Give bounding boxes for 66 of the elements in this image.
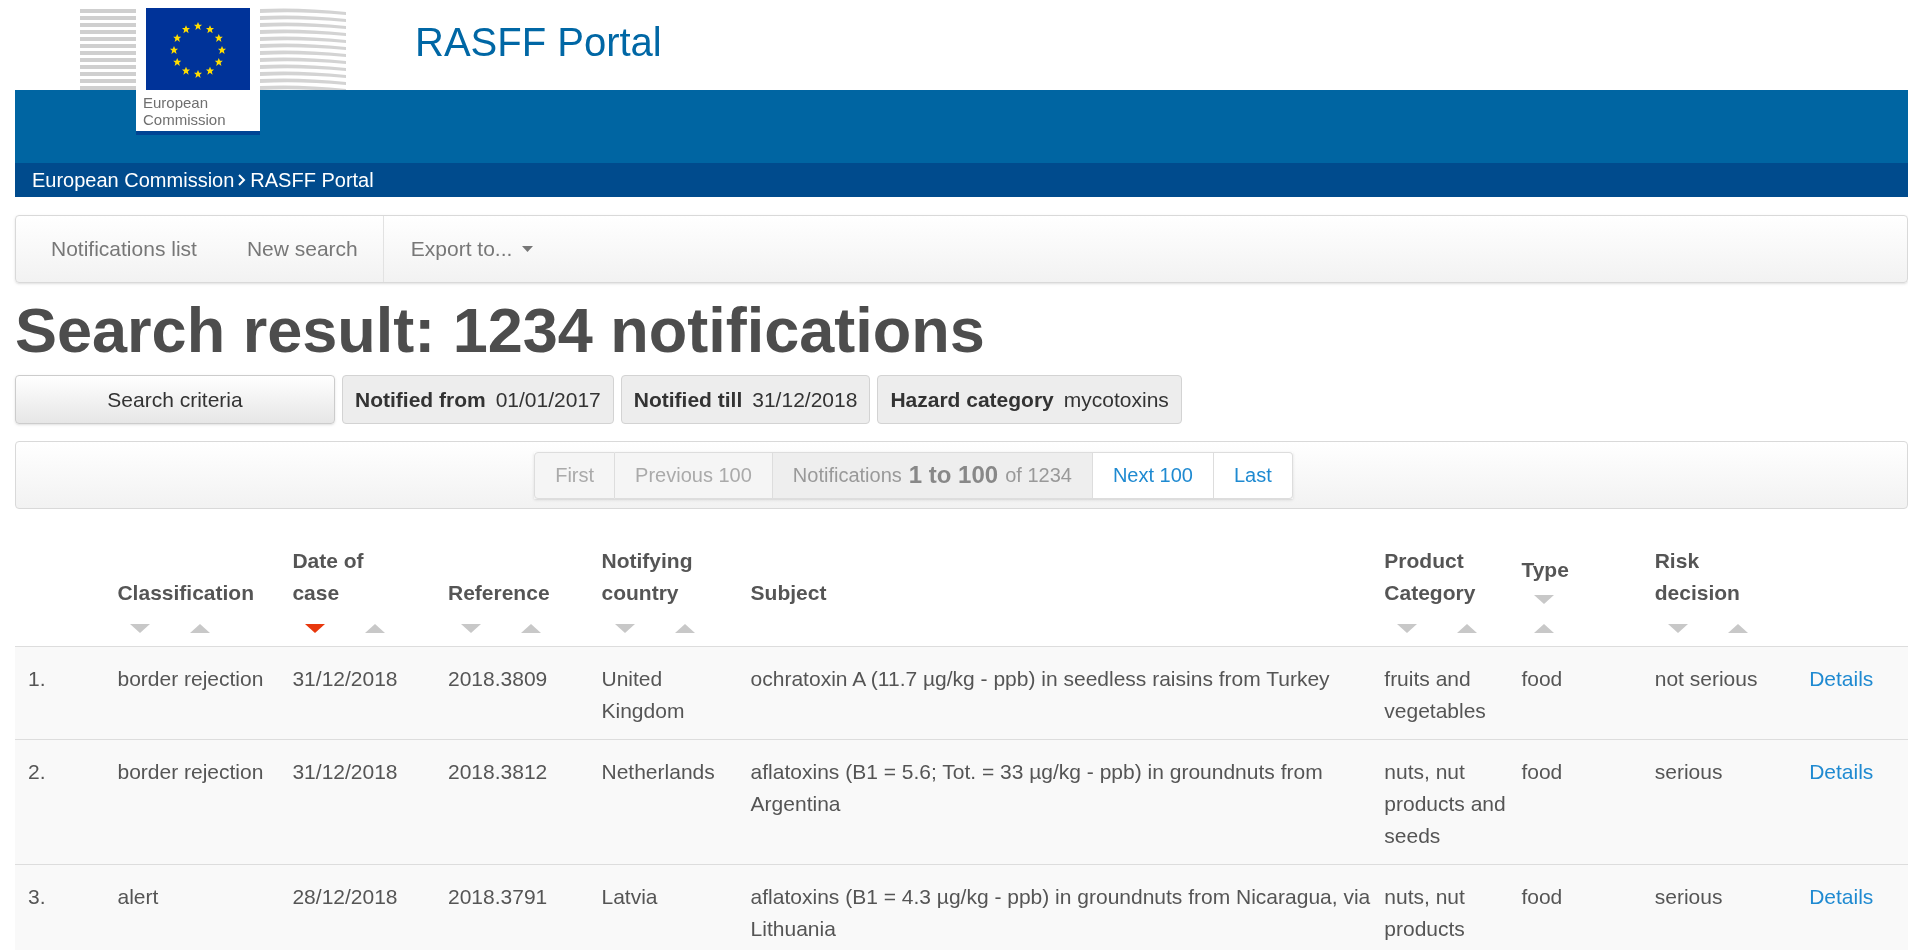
caret-down-icon bbox=[522, 246, 534, 252]
table-cell: 2018.3791 bbox=[448, 885, 548, 908]
logo-caption: European Commission bbox=[136, 90, 260, 135]
table-cell: aflatoxins (B1 = 4.3 µg/kg - ppb) in groundnuts from Nicaragua, via Lithuania bbox=[750, 885, 1371, 940]
table-cell: United Kingdom bbox=[601, 667, 685, 722]
filter-value: 01/01/2017 bbox=[495, 386, 601, 413]
row-number: 2. bbox=[28, 760, 46, 783]
export-dropdown[interactable]: Export to... bbox=[383, 216, 561, 282]
table-cell: food bbox=[1521, 667, 1563, 690]
table-cell: border rejection bbox=[117, 667, 264, 690]
table-cell: nuts, nut products bbox=[1384, 885, 1465, 940]
site-title: RASFF Portal bbox=[415, 19, 662, 66]
details-link[interactable]: Details bbox=[1809, 885, 1874, 908]
sort-ascending-icon[interactable] bbox=[520, 623, 542, 634]
table-cell: 2018.3812 bbox=[448, 760, 548, 783]
row-number: 1. bbox=[28, 667, 46, 690]
pagination-status: Notifications 1 to 100 of 1234 bbox=[772, 451, 1093, 499]
table-cell: serious bbox=[1654, 760, 1723, 783]
filter-name: Notified from bbox=[355, 386, 486, 413]
sort-ascending-icon[interactable] bbox=[1456, 623, 1479, 634]
sort-ascending-icon[interactable] bbox=[189, 623, 212, 634]
table-cell: 28/12/2018 bbox=[292, 885, 398, 908]
breadcrumb-link[interactable]: RASFF Portal bbox=[250, 165, 374, 195]
column-header: Date of case bbox=[292, 548, 365, 606]
column-header: Product Category bbox=[1384, 548, 1477, 606]
table-cell: fruits and vegetables bbox=[1384, 667, 1486, 722]
filter-name: Notified till bbox=[633, 386, 743, 413]
table-cell: food bbox=[1521, 885, 1563, 908]
details-link[interactable]: Details bbox=[1809, 667, 1874, 690]
table-cell: aflatoxins (B1 = 5.6; Tot. = 33 µg/kg - ppb) in groundnuts from Argentina bbox=[750, 760, 1323, 815]
details-link[interactable]: Details bbox=[1809, 760, 1874, 783]
table-cell: serious bbox=[1654, 885, 1723, 908]
filter-value: 31/12/2018 bbox=[752, 386, 858, 413]
row-number: 3. bbox=[28, 885, 46, 908]
table-cell: food bbox=[1521, 760, 1563, 783]
sort-ascending-icon[interactable] bbox=[673, 623, 696, 634]
sort-ascending-icon[interactable] bbox=[1533, 623, 1556, 634]
table-cell: 31/12/2018 bbox=[292, 667, 398, 690]
pagination-link[interactable]: Last bbox=[1213, 451, 1293, 499]
page-heading: Search result: 1234 notifications bbox=[15, 295, 986, 365]
table-cell: border rejection bbox=[117, 760, 264, 783]
table-cell: nuts, nut products and seeds bbox=[1384, 760, 1506, 847]
column-header: Subject bbox=[750, 580, 828, 606]
column-header: Notifying country bbox=[601, 548, 694, 606]
table-cell: ochratoxin A (11.7 µg/kg - ppb) in seedless raisins from Turkey bbox=[750, 667, 1330, 690]
table-cell: not serious bbox=[1654, 667, 1758, 690]
sort-ascending-icon[interactable] bbox=[1726, 623, 1749, 634]
column-header: Risk decision bbox=[1654, 548, 1741, 606]
nav-link[interactable]: Notifications list bbox=[16, 216, 222, 282]
sort-descending-icon[interactable] bbox=[304, 623, 327, 634]
nav-link[interactable]: New search bbox=[221, 216, 383, 282]
search-criteria-button[interactable]: Search criteria bbox=[15, 375, 335, 424]
filter-value: mycotoxins bbox=[1063, 386, 1169, 413]
chevron-right-icon bbox=[238, 174, 247, 186]
breadcrumb-link[interactable]: European Commission bbox=[32, 165, 235, 195]
table-cell: alert bbox=[117, 885, 159, 908]
column-header: Reference bbox=[448, 580, 551, 606]
table-cell: 2018.3809 bbox=[448, 667, 548, 690]
column-header: Type bbox=[1521, 557, 1570, 583]
column-header: Classification bbox=[117, 580, 255, 606]
table-cell: Netherlands bbox=[601, 760, 715, 783]
pagination-link[interactable]: Next 100 bbox=[1092, 451, 1214, 499]
filter-name: Hazard category bbox=[890, 386, 1054, 413]
table-cell: Latvia bbox=[601, 885, 658, 908]
sort-ascending-icon[interactable] bbox=[364, 623, 387, 634]
table-cell: 31/12/2018 bbox=[292, 760, 398, 783]
